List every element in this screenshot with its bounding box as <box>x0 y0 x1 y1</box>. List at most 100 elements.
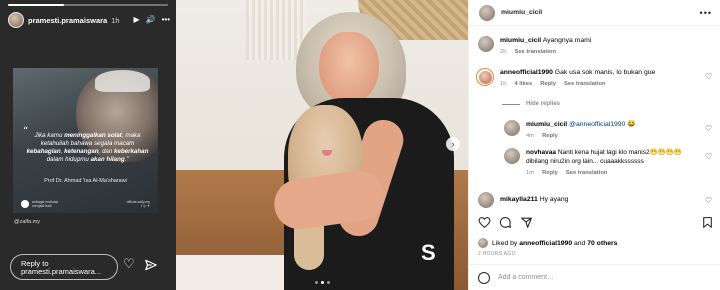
post-actions <box>478 216 714 230</box>
quote-fragment: akan hilang <box>90 156 125 163</box>
story-progress-fill <box>8 4 64 6</box>
see-translation-link[interactable]: See translation <box>566 169 608 178</box>
comment-user[interactable]: mikaylla211 <box>500 196 538 203</box>
carousel-dot[interactable] <box>320 281 324 284</box>
reply-item: novhavaa Nanti kena hujat lagi klo manis… <box>504 148 704 178</box>
comment-time: 1m <box>526 170 535 176</box>
comment-item: mikaylla211 Hy ayang <box>478 192 568 208</box>
comment-user[interactable]: novhavaa <box>526 149 556 156</box>
divider <box>502 103 520 105</box>
cap-shape <box>95 70 150 92</box>
send-icon[interactable] <box>144 258 158 272</box>
logo-text-2: menjadi baik <box>32 204 52 208</box>
comment-item: miumiu_cicil Ayangnya mami 2h See transla… <box>478 36 591 57</box>
post-author[interactable]: miumiu_cicil <box>501 9 542 16</box>
comment-likes[interactable]: 4 likes <box>514 80 532 89</box>
story-controls: ▶ 🔊 ••• <box>133 16 170 24</box>
story-time: 1h <box>111 15 120 25</box>
comment-like-icon[interactable]: ♡ <box>705 196 712 205</box>
story-credit: @zalfa.my <box>14 219 41 225</box>
quote-fragment: keberkahan <box>113 148 149 155</box>
comment-like-icon[interactable]: ♡ <box>705 124 712 133</box>
comment-mention[interactable]: @anneofficial1990 <box>569 121 625 128</box>
share-icon[interactable] <box>520 216 533 229</box>
liked-by-and: and <box>572 239 588 247</box>
add-comment-bar: Add a comment… <box>468 264 720 290</box>
more-options-icon[interactable]: ••• <box>700 8 712 18</box>
carousel-dot[interactable] <box>326 281 330 284</box>
quote-fragment: .” <box>124 156 129 163</box>
comment-text: Hy ayang <box>539 196 569 203</box>
story-quote-card: “ Jika kamu meninggalkan solat, maka ket… <box>13 68 158 213</box>
avatar[interactable] <box>476 68 494 86</box>
quote-fragment: , dan <box>98 148 114 155</box>
liked-by: Liked by anneofficial1990 and 70 others <box>478 238 617 248</box>
liked-by-prefix: Liked by <box>492 239 520 247</box>
carousel-dots <box>176 281 468 284</box>
quote-fragment: dalam hidupmu <box>46 156 91 163</box>
hide-replies-button[interactable]: Hide replies <box>502 101 560 107</box>
comment-time: 4m <box>526 133 535 139</box>
bookmark-icon[interactable] <box>701 216 714 229</box>
logo-icon <box>21 200 29 208</box>
post-header: miumiu_cicil <box>469 0 720 26</box>
comment-text: Ayangnya mami <box>542 37 592 44</box>
add-comment-input[interactable]: Add a comment… <box>498 274 554 281</box>
comment-like-icon[interactable]: ♡ <box>705 152 712 161</box>
avatar[interactable] <box>8 12 24 28</box>
post-date: 2 HOURS AGO <box>478 251 516 257</box>
avatar[interactable] <box>478 192 494 208</box>
comment-like-icon[interactable]: ♡ <box>705 72 712 81</box>
instagram-screen: pramesti.pramaiswara 1h ▶ 🔊 ••• “ Jika k… <box>0 0 720 290</box>
photo-blinds <box>246 0 306 60</box>
volume-icon[interactable]: 🔊 <box>146 16 156 24</box>
avatar[interactable] <box>478 36 494 52</box>
quote-fragment: ketenangan <box>64 148 99 155</box>
play-icon[interactable]: ▶ <box>133 16 139 24</box>
see-translation-link[interactable]: See translation <box>564 80 606 89</box>
story-header: pramesti.pramaiswara 1h ▶ 🔊 ••• <box>8 10 170 30</box>
photo-face <box>319 32 379 104</box>
shirt-letter: S <box>421 240 436 265</box>
liked-by-user[interactable]: anneofficial1990 <box>519 240 572 247</box>
comment-user[interactable]: miumiu_cicil <box>526 121 567 128</box>
comment-time: 2h <box>500 49 507 55</box>
avatar[interactable] <box>479 4 495 21</box>
comment-text: 😂 <box>625 121 636 128</box>
reply-button[interactable]: Reply <box>542 169 558 178</box>
post-photo: S › <box>176 0 468 290</box>
story-logo: sebagai motivasi menjadi baik <box>21 200 58 208</box>
carousel-dot[interactable] <box>314 281 318 284</box>
hide-replies-label[interactable]: Hide replies <box>526 101 560 107</box>
story-reply-input[interactable]: Reply to pramesti.pramaiswara... <box>10 254 118 280</box>
comment-text: Gak usa sok manis, lo bukan gue <box>554 69 656 76</box>
story-username[interactable]: pramesti.pramaiswara <box>28 16 107 25</box>
comment-icon[interactable] <box>499 216 512 229</box>
comment-user[interactable]: miumiu_cicil <box>500 37 541 44</box>
avatar[interactable] <box>504 148 520 164</box>
quote-fragment: Jika kamu <box>34 132 65 139</box>
comment-user[interactable]: anneofficial1990 <box>500 69 553 76</box>
quote-fragment: kebahagian <box>26 148 61 155</box>
more-options-icon[interactable]: ••• <box>162 16 170 24</box>
avatar[interactable] <box>478 238 488 248</box>
see-translation-link[interactable]: See translation <box>514 48 556 57</box>
story-viewer: pramesti.pramaiswara 1h ▶ 🔊 ••• “ Jika k… <box>0 0 176 290</box>
comment-item: anneofficial1990 Gak usa sok manis, lo b… <box>476 68 655 89</box>
story-progress-bar <box>8 4 168 6</box>
story-social: official.zafly.my f ◎ ✈ <box>127 200 150 208</box>
emoji-icon[interactable] <box>478 271 490 284</box>
heart-icon[interactable]: ♡ <box>123 257 135 271</box>
story-quote-text: Jika kamu meninggalkan solat, maka ketah… <box>23 132 152 164</box>
reply-button[interactable]: Reply <box>540 80 556 89</box>
next-photo-arrow-icon[interactable]: › <box>446 137 460 151</box>
reply-button[interactable]: Reply <box>542 132 558 141</box>
avatar[interactable] <box>504 120 520 136</box>
quote-author: Prof Dr. Ahmad 'Isa Al-Ma'sharawi <box>44 178 127 184</box>
reply-item: miumiu_cicil @anneofficial1990 😂 4m Reply <box>504 120 636 141</box>
heart-icon[interactable] <box>478 216 491 229</box>
social-icons: f ◎ ✈ <box>141 204 150 208</box>
photo-cushion <box>176 255 296 290</box>
liked-by-others[interactable]: 70 others <box>587 240 617 247</box>
comment-time: 1h <box>500 81 507 87</box>
